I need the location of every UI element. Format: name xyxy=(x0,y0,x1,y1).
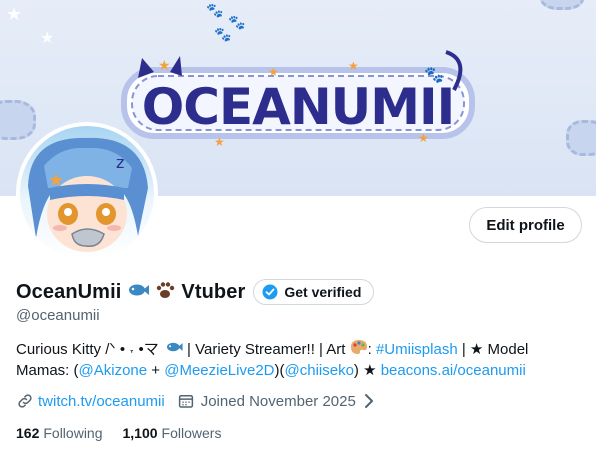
followers-link[interactable]: 1,100 Followers xyxy=(123,425,222,441)
decor-blob xyxy=(0,100,36,140)
beacons-link[interactable]: beacons.ai/oceanumii xyxy=(381,362,526,379)
star-icon: ★ xyxy=(6,4,23,24)
follow-stats: 162 Following 1,100 Followers xyxy=(16,425,221,441)
svg-text:z: z xyxy=(116,153,124,172)
fish-emoji-icon xyxy=(127,281,150,304)
followers-label: Followers xyxy=(161,425,222,441)
joined-date: Joined November 2025 xyxy=(200,392,356,410)
palette-emoji-icon xyxy=(350,339,368,361)
mention-link[interactable]: @Akizone xyxy=(79,362,148,379)
followers-count: 1,100 xyxy=(122,425,158,441)
website-link[interactable]: twitch.tv/oceanumii xyxy=(38,393,165,410)
hashtag-link[interactable]: #Umiisplash xyxy=(376,341,458,358)
svg-text:★: ★ xyxy=(158,57,171,73)
bio-text: )( xyxy=(274,362,285,379)
fish-emoji-icon xyxy=(165,340,183,360)
following-count: 162 xyxy=(16,425,40,441)
edit-profile-button[interactable]: Edit profile xyxy=(469,207,582,243)
get-verified-label: Get verified xyxy=(284,284,362,300)
svg-text:★: ★ xyxy=(348,59,359,73)
paw-icon: 🐾 xyxy=(228,14,246,30)
paw-icon: 🐾 xyxy=(206,2,224,18)
profile-name-row: OceanUmii Vtuber Get verified xyxy=(16,278,375,306)
svg-text:★: ★ xyxy=(268,65,279,79)
svg-text:★: ★ xyxy=(214,135,225,149)
verified-badge-icon xyxy=(262,284,278,300)
mention-link[interactable]: @chiiseko xyxy=(285,362,354,379)
paw-emoji-icon xyxy=(155,280,175,305)
following-label: Following xyxy=(43,425,103,441)
profile-bio: Curious Kitty /ᐠ • ˕ •マ | Variety Stream… xyxy=(16,339,576,381)
svg-text:★: ★ xyxy=(418,131,429,145)
avatar-image: ★ z xyxy=(20,126,154,260)
profile-handle: @oceanumii xyxy=(16,307,100,324)
oceanumii-logo: OCEANUMII ★ ★ ★ ★ ★ 🐾 xyxy=(121,50,475,149)
decor-blob xyxy=(566,120,596,156)
display-name-suffix: Vtuber xyxy=(181,280,246,303)
decor-blob xyxy=(540,0,584,10)
bio-text: Mamas: ( xyxy=(16,362,79,379)
bio-text: ) ★ xyxy=(353,362,381,379)
profile-meta: twitch.tv/oceanumii Joined November 2025 xyxy=(16,391,376,411)
display-name: OceanUmii xyxy=(16,280,122,303)
profile-avatar[interactable]: ★ z xyxy=(16,122,158,264)
svg-text:★: ★ xyxy=(48,170,64,190)
bio-line-1: Curious Kitty /ᐠ • ˕ •マ | Variety Stream… xyxy=(16,339,576,361)
svg-text:OCEANUMII: OCEANUMII xyxy=(142,78,454,136)
bio-text: + xyxy=(147,362,165,379)
link-icon xyxy=(16,392,34,410)
bio-text: | Variety Streamer!! | Art xyxy=(182,340,350,358)
mention-link[interactable]: @MeezieLive2D xyxy=(164,362,274,379)
svg-text:🐾: 🐾 xyxy=(424,67,444,84)
bio-text: Curious Kitty /ᐠ • ˕ •マ xyxy=(16,340,159,358)
get-verified-button[interactable]: Get verified xyxy=(253,279,375,305)
bio-line-2: Mamas: (@Akizone + @MeezieLive2D)(@chiis… xyxy=(16,361,576,381)
chevron-right-icon[interactable] xyxy=(362,392,376,410)
bio-text: | ★ Model xyxy=(457,340,529,358)
following-link[interactable]: 162 Following xyxy=(16,425,103,441)
bio-text: : xyxy=(367,340,376,358)
calendar-icon xyxy=(177,392,195,410)
star-icon: ★ xyxy=(40,30,55,47)
